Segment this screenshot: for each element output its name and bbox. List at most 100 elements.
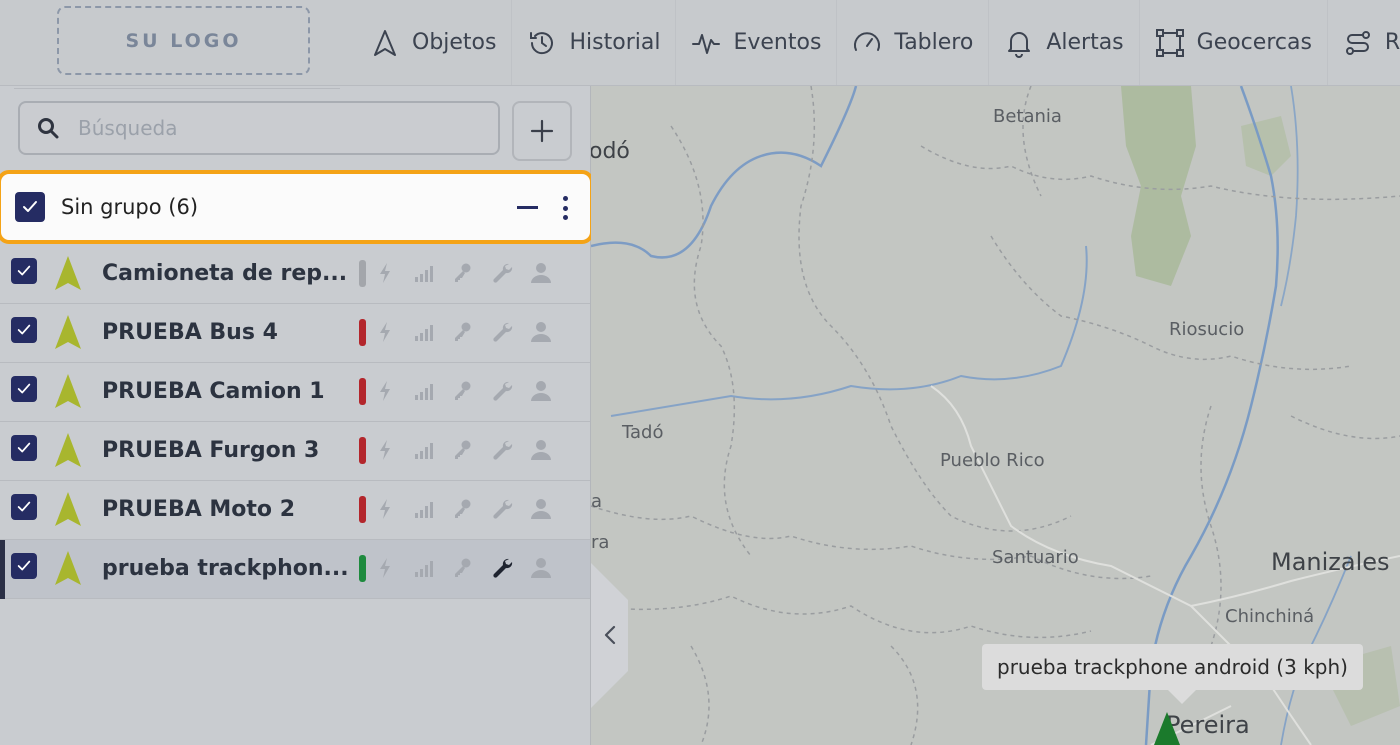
navigation-arrow-icon bbox=[374, 29, 396, 56]
driver-icon bbox=[531, 381, 551, 401]
key-icon bbox=[455, 558, 471, 577]
wrench-icon bbox=[493, 558, 513, 578]
ignition-icon bbox=[380, 558, 390, 578]
ignition-icon bbox=[380, 440, 390, 460]
vehicle-direction-icon bbox=[55, 256, 81, 290]
object-name: PRUEBA Moto 2 bbox=[102, 497, 296, 522]
object-name: PRUEBA Furgon 3 bbox=[102, 438, 320, 463]
geofence-icon bbox=[1155, 28, 1184, 57]
activity-icon bbox=[692, 33, 721, 54]
vehicle-direction-icon bbox=[55, 433, 81, 467]
driver-icon bbox=[531, 440, 551, 460]
ignition-icon bbox=[380, 381, 390, 401]
wrench-icon bbox=[493, 440, 513, 460]
checkmark-icon bbox=[17, 383, 31, 394]
nav-eventos[interactable]: Eventos bbox=[675, 0, 836, 85]
collapse-group-button[interactable] bbox=[517, 206, 538, 209]
object-name: prueba trackphon... bbox=[102, 556, 349, 581]
map-place-label: Manizales bbox=[1271, 548, 1390, 576]
nav-tablero[interactable]: Tablero bbox=[836, 0, 988, 85]
map-place-label: Riosucio bbox=[1169, 319, 1245, 340]
group-checkbox[interactable] bbox=[15, 192, 45, 222]
nav-label: Eventos bbox=[733, 30, 822, 55]
map-place-label: Chinchiná bbox=[1225, 606, 1315, 627]
object-name: PRUEBA Bus 4 bbox=[102, 320, 278, 345]
nav-label: R bbox=[1384, 30, 1400, 55]
signal-icon bbox=[415, 502, 433, 518]
nav-label: Geocercas bbox=[1196, 30, 1312, 55]
object-checkbox[interactable] bbox=[11, 553, 37, 579]
object-row[interactable]: PRUEBA Moto 2 bbox=[0, 481, 590, 540]
object-checkbox[interactable] bbox=[11, 317, 37, 343]
nav-label: Alertas bbox=[1046, 30, 1124, 55]
object-checkbox[interactable] bbox=[11, 376, 37, 402]
search-box[interactable] bbox=[18, 101, 500, 155]
history-icon bbox=[530, 31, 554, 54]
signal-icon bbox=[415, 443, 433, 459]
wrench-icon bbox=[493, 322, 513, 342]
driver-icon bbox=[531, 558, 551, 578]
route-icon bbox=[1345, 30, 1370, 55]
nav-rutas[interactable]: R bbox=[1326, 0, 1400, 85]
vehicle-direction-icon bbox=[55, 492, 81, 526]
collapse-sidebar-tab[interactable] bbox=[591, 563, 628, 708]
object-row[interactable]: PRUEBA Camion 1 bbox=[0, 363, 590, 422]
signal-icon bbox=[415, 325, 433, 341]
status-indicator bbox=[359, 260, 366, 287]
vehicle-marker-icon[interactable] bbox=[1154, 712, 1180, 745]
vehicle-direction-icon bbox=[55, 374, 81, 408]
nav-historial[interactable]: Historial bbox=[511, 0, 675, 85]
object-row[interactable]: PRUEBA Bus 4 bbox=[0, 304, 590, 363]
signal-icon bbox=[415, 561, 433, 577]
divider bbox=[14, 88, 340, 89]
main-nav: Objetos Historial Eventos Tablero Alerta… bbox=[355, 0, 1400, 85]
objects-sidebar: Sin grupo (6) Camioneta de rep... PRUEBA … bbox=[0, 86, 594, 745]
add-object-button[interactable] bbox=[512, 101, 572, 161]
map-place-label: Betania bbox=[993, 106, 1062, 127]
map-place-label: ra bbox=[591, 532, 610, 553]
object-checkbox[interactable] bbox=[11, 258, 37, 284]
ignition-icon bbox=[380, 499, 390, 519]
search-icon bbox=[38, 118, 59, 139]
nav-label: Historial bbox=[569, 30, 661, 55]
object-name: Camioneta de rep... bbox=[102, 261, 348, 286]
group-menu-button[interactable] bbox=[562, 196, 568, 220]
group-label: Sin grupo (6) bbox=[61, 195, 199, 219]
wrench-icon bbox=[493, 263, 513, 283]
object-checkbox[interactable] bbox=[11, 435, 37, 461]
status-indicator bbox=[359, 319, 366, 346]
object-row[interactable]: Camioneta de rep... bbox=[0, 245, 590, 304]
top-navigation-bar: SU LOGO Objetos Historial Eventos Tabler… bbox=[0, 0, 1400, 86]
plus-icon bbox=[530, 119, 554, 143]
driver-icon bbox=[531, 263, 551, 283]
driver-icon bbox=[531, 499, 551, 519]
nav-objetos[interactable]: Objetos bbox=[355, 0, 511, 85]
object-checkbox[interactable] bbox=[11, 494, 37, 520]
key-icon bbox=[455, 440, 471, 459]
map-place-label: Santuario bbox=[992, 547, 1079, 568]
ignition-icon bbox=[380, 322, 390, 342]
signal-icon bbox=[415, 384, 433, 400]
group-header[interactable]: Sin grupo (6) bbox=[0, 170, 594, 244]
key-icon bbox=[455, 322, 471, 341]
nav-geocercas[interactable]: Geocercas bbox=[1138, 0, 1327, 85]
checkmark-icon bbox=[17, 265, 31, 276]
nav-label: Objetos bbox=[412, 30, 497, 55]
vehicle-direction-icon bbox=[55, 315, 81, 349]
logo-placeholder: SU LOGO bbox=[57, 6, 310, 75]
key-icon bbox=[455, 499, 471, 518]
nav-alertas[interactable]: Alertas bbox=[988, 0, 1138, 85]
map-place-label: Tadó bbox=[622, 422, 664, 443]
driver-icon bbox=[531, 322, 551, 342]
ignition-icon bbox=[380, 263, 390, 283]
object-row[interactable]: prueba trackphon... bbox=[0, 540, 590, 599]
wrench-icon bbox=[493, 381, 513, 401]
search-input[interactable] bbox=[76, 115, 460, 141]
object-list: Camioneta de rep... PRUEBA Bus 4 PRUEBA Ca… bbox=[0, 245, 590, 599]
object-row[interactable]: PRUEBA Furgon 3 bbox=[0, 422, 590, 481]
key-icon bbox=[455, 263, 471, 282]
status-indicator bbox=[359, 437, 366, 464]
map-vehicle-tooltip: prueba trackphone android (3 kph) bbox=[982, 644, 1363, 704]
bell-icon bbox=[1008, 31, 1031, 58]
map-place-label: a bbox=[591, 491, 603, 512]
